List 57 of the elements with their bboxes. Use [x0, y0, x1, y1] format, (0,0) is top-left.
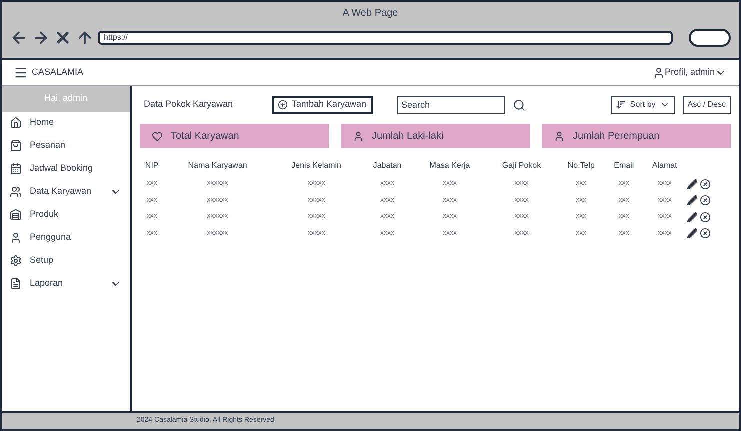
delete-icon[interactable]: [700, 212, 712, 223]
user-icon: [10, 232, 22, 244]
edit-icon[interactable]: [687, 195, 698, 206]
sidebar-item[interactable]: Pengguna: [2, 226, 130, 250]
column-header: Email: [613, 160, 636, 172]
sidebar-greeting: Hai, admin: [2, 86, 130, 112]
heart-icon: [152, 130, 163, 142]
order-button[interactable]: Asc / Desc: [682, 96, 731, 114]
sidebar-item[interactable]: Jadwal Booking: [2, 158, 130, 180]
document-icon: [10, 278, 22, 290]
user-icon: [554, 130, 565, 142]
url-field[interactable]: https://: [98, 31, 673, 45]
column-header: Alamat: [651, 160, 678, 172]
add-employee-button[interactable]: Tambah Karyawan: [272, 96, 373, 114]
column-header: Nama Karyawan: [187, 160, 248, 172]
browser-search-field[interactable]: [689, 29, 731, 47]
calendar-icon: [10, 163, 22, 175]
column-header: No.Telp: [566, 160, 596, 172]
delete-icon[interactable]: [700, 195, 712, 206]
column-header: Gaji Pokok: [501, 160, 542, 172]
brand-name: CASALAMIA: [32, 66, 84, 79]
delete-icon[interactable]: [700, 228, 712, 240]
profile-menu[interactable]: Profil, admin: [664, 66, 715, 80]
people-icon: [10, 186, 22, 198]
search-icon[interactable]: [512, 98, 526, 112]
back-icon[interactable]: [10, 29, 28, 47]
sort-icon: [616, 100, 626, 110]
page-title: Data Pokok Karyawan: [144, 98, 234, 112]
settings-icon: [10, 255, 22, 267]
bag-icon: [10, 140, 22, 152]
summary-card: Jumlah Laki-laki: [341, 124, 530, 148]
summary-card: Total Karyawan: [140, 124, 329, 148]
delete-icon[interactable]: [700, 178, 712, 190]
edit-icon[interactable]: [687, 212, 698, 223]
edit-icon[interactable]: [687, 178, 698, 190]
column-header: Jabatan: [372, 160, 403, 172]
forward-icon[interactable]: [32, 29, 50, 47]
edit-icon[interactable]: [687, 228, 698, 240]
sidebar-item[interactable]: Data Karyawan: [2, 180, 130, 204]
menu-icon[interactable]: [14, 66, 28, 80]
sidebar-item[interactable]: Pesanan: [2, 134, 130, 158]
search-field[interactable]: Search: [396, 96, 505, 114]
sort-dropdown[interactable]: Sort by: [611, 96, 675, 114]
sidebar-item[interactable]: Home: [2, 112, 130, 134]
user-icon: [353, 130, 364, 142]
sidebar-item[interactable]: Produk: [2, 204, 130, 226]
summary-card: Jumlah Perempuan: [542, 124, 731, 148]
column-header: Masa Kerja: [428, 160, 472, 172]
column-header: NIP: [144, 160, 160, 172]
close-icon[interactable]: [54, 29, 72, 47]
sidebar-item[interactable]: Setup: [2, 250, 130, 272]
window-title: A Web Page: [342, 7, 400, 21]
sidebar-item[interactable]: Laporan: [2, 272, 130, 296]
house-icon: [10, 209, 22, 221]
plus-circle-icon: [276, 98, 290, 112]
column-header: Jenis Kelamin: [290, 160, 342, 172]
user-icon: [652, 66, 665, 78]
